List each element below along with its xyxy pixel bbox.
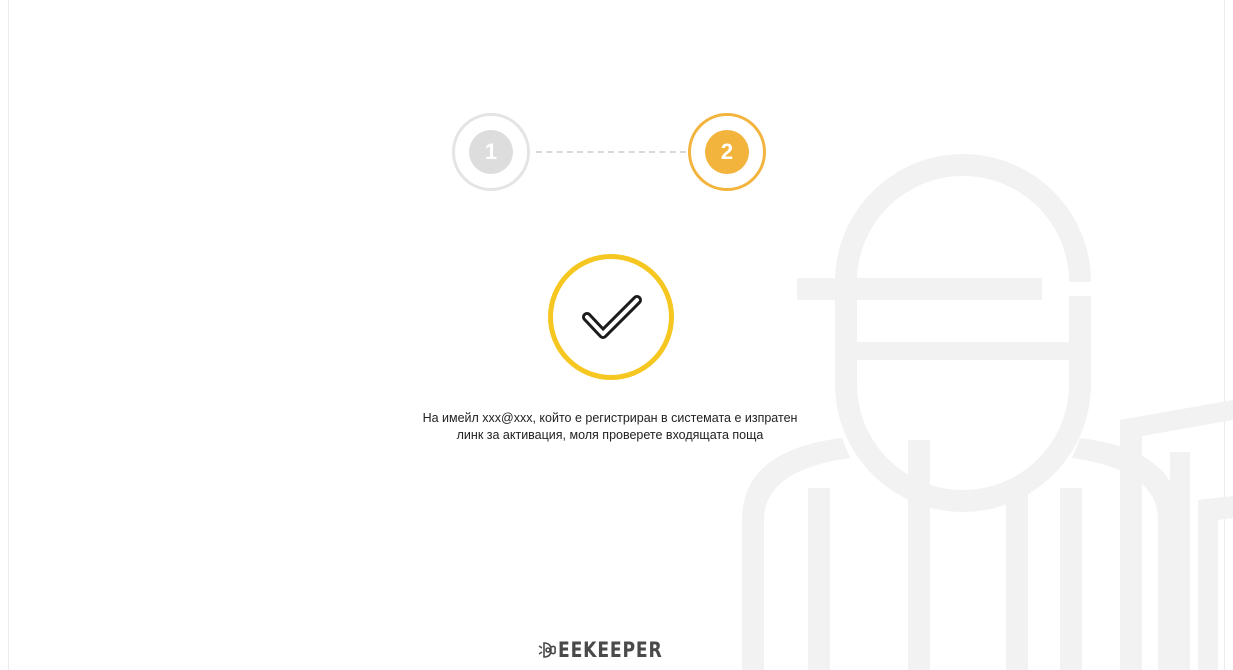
beekeeper-logo: EEKEEPER xyxy=(537,637,686,663)
step-1-indicator: 1 xyxy=(452,113,530,191)
checkmark-icon xyxy=(582,295,642,339)
activation-message-line-2: линк за активация, моля проверете входящ… xyxy=(456,428,764,442)
step-connector-dashed xyxy=(536,151,686,153)
bee-icon xyxy=(538,642,556,658)
activation-message: На имейл xxx@xxx, който е регистриран в … xyxy=(360,410,860,444)
step-2-number: 2 xyxy=(705,130,749,174)
brand-name: EEKEEPER xyxy=(558,638,663,662)
activation-message-line-1: На имейл xxx@xxx, който е регистриран в … xyxy=(422,411,798,425)
step-2-indicator: 2 xyxy=(688,113,766,191)
activation-page: 1 2 На имейл xxx@xxx, който е регистрира… xyxy=(0,0,1233,670)
success-badge xyxy=(548,254,674,380)
step-1-number: 1 xyxy=(469,130,513,174)
registration-stepper: 1 2 xyxy=(452,113,772,195)
